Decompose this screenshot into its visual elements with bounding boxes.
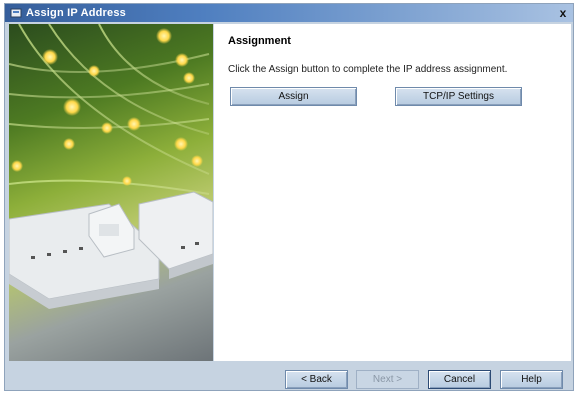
next-button: Next > bbox=[356, 370, 419, 389]
back-button[interactable]: < Back bbox=[285, 370, 348, 389]
tcpip-settings-button[interactable]: TCP/IP Settings bbox=[395, 87, 522, 106]
help-button[interactable]: Help bbox=[500, 370, 563, 389]
wizard-footer: < Back Next > Cancel Help bbox=[5, 361, 573, 392]
assign-button[interactable]: Assign bbox=[230, 87, 357, 106]
content-panel: Assignment Click the Assign button to co… bbox=[214, 24, 571, 361]
wizard-banner-image bbox=[9, 24, 213, 361]
window-title: Assign IP Address bbox=[26, 7, 126, 19]
fiber-optic-illustration bbox=[9, 24, 213, 309]
instruction-text: Click the Assign button to complete the … bbox=[228, 64, 508, 75]
title-bar[interactable]: Assign IP Address x bbox=[5, 4, 573, 22]
close-icon[interactable]: x bbox=[556, 6, 570, 19]
dialog-window: Assign IP Address x Assignment Click the… bbox=[4, 3, 574, 391]
section-title: Assignment bbox=[228, 35, 291, 47]
app-icon bbox=[9, 7, 23, 20]
cancel-button[interactable]: Cancel bbox=[428, 370, 491, 389]
network-device-left bbox=[9, 203, 160, 309]
